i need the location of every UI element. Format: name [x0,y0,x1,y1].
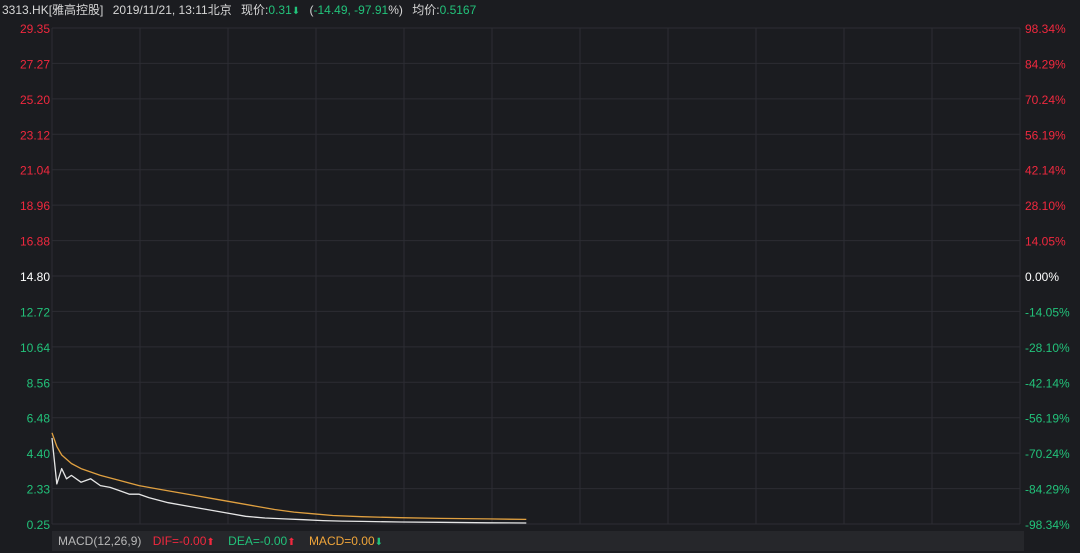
price-line [51,437,527,524]
right-tick-label: -28.10% [1025,341,1070,355]
macd-indicator-bar: MACD(12,26,9) DIF=-0.00⬆ DEA=-0.00⬆ MACD… [52,531,1024,551]
left-tick-label: 14.80 [20,270,50,284]
right-tick-label: -14.05% [1025,305,1070,319]
right-tick-label: 56.19% [1025,128,1066,142]
right-tick-label: 28.10% [1025,199,1066,213]
left-tick-label: 27.27 [20,57,50,71]
right-tick-label: 14.05% [1025,235,1066,249]
left-tick-label: 18.96 [20,199,50,213]
left-tick-label: 0.25 [27,518,51,532]
right-tick-label: 98.34% [1025,22,1066,36]
right-tick-label: -56.19% [1025,412,1070,426]
right-tick-label: -84.29% [1025,483,1070,497]
left-tick-label: 23.12 [20,128,50,142]
left-tick-label: 8.56 [27,376,51,390]
dif-value: DIF=-0.00 [152,534,207,548]
left-tick-label: 6.48 [27,412,51,426]
left-tick-label: 12.72 [20,305,50,319]
right-tick-label: 84.29% [1025,57,1066,71]
macd-value: MACD=0.00 [308,534,375,548]
right-tick-label: 42.14% [1025,164,1066,178]
left-tick-label: 4.40 [27,447,51,461]
left-tick-label: 25.20 [20,93,50,107]
arrow-up-icon: ⬆ [206,537,215,548]
left-tick-label: 16.88 [20,235,50,249]
macd-params: MACD(12,26,9) [58,534,142,548]
average-price-line [51,432,527,521]
arrow-down-icon: ⬇ [374,537,384,548]
arrow-up-icon: ⬆ [287,537,296,548]
right-tick-label: 0.00% [1025,270,1059,284]
left-tick-label: 29.35 [20,22,50,36]
right-tick-label: 70.24% [1025,93,1066,107]
right-tick-label: -42.14% [1025,376,1070,390]
intraday-chart: 29.35 98.34% 27.27 84.29% 25.20 70.24% 23.12 56… [20,22,1070,532]
left-tick-label: 10.64 [20,341,50,355]
left-tick-label: 21.04 [20,164,50,178]
right-tick-label: -98.34% [1025,518,1070,532]
dea-value: DEA=-0.00 [228,534,288,548]
left-tick-label: 2.33 [27,483,51,497]
right-tick-label: -70.24% [1025,447,1070,461]
